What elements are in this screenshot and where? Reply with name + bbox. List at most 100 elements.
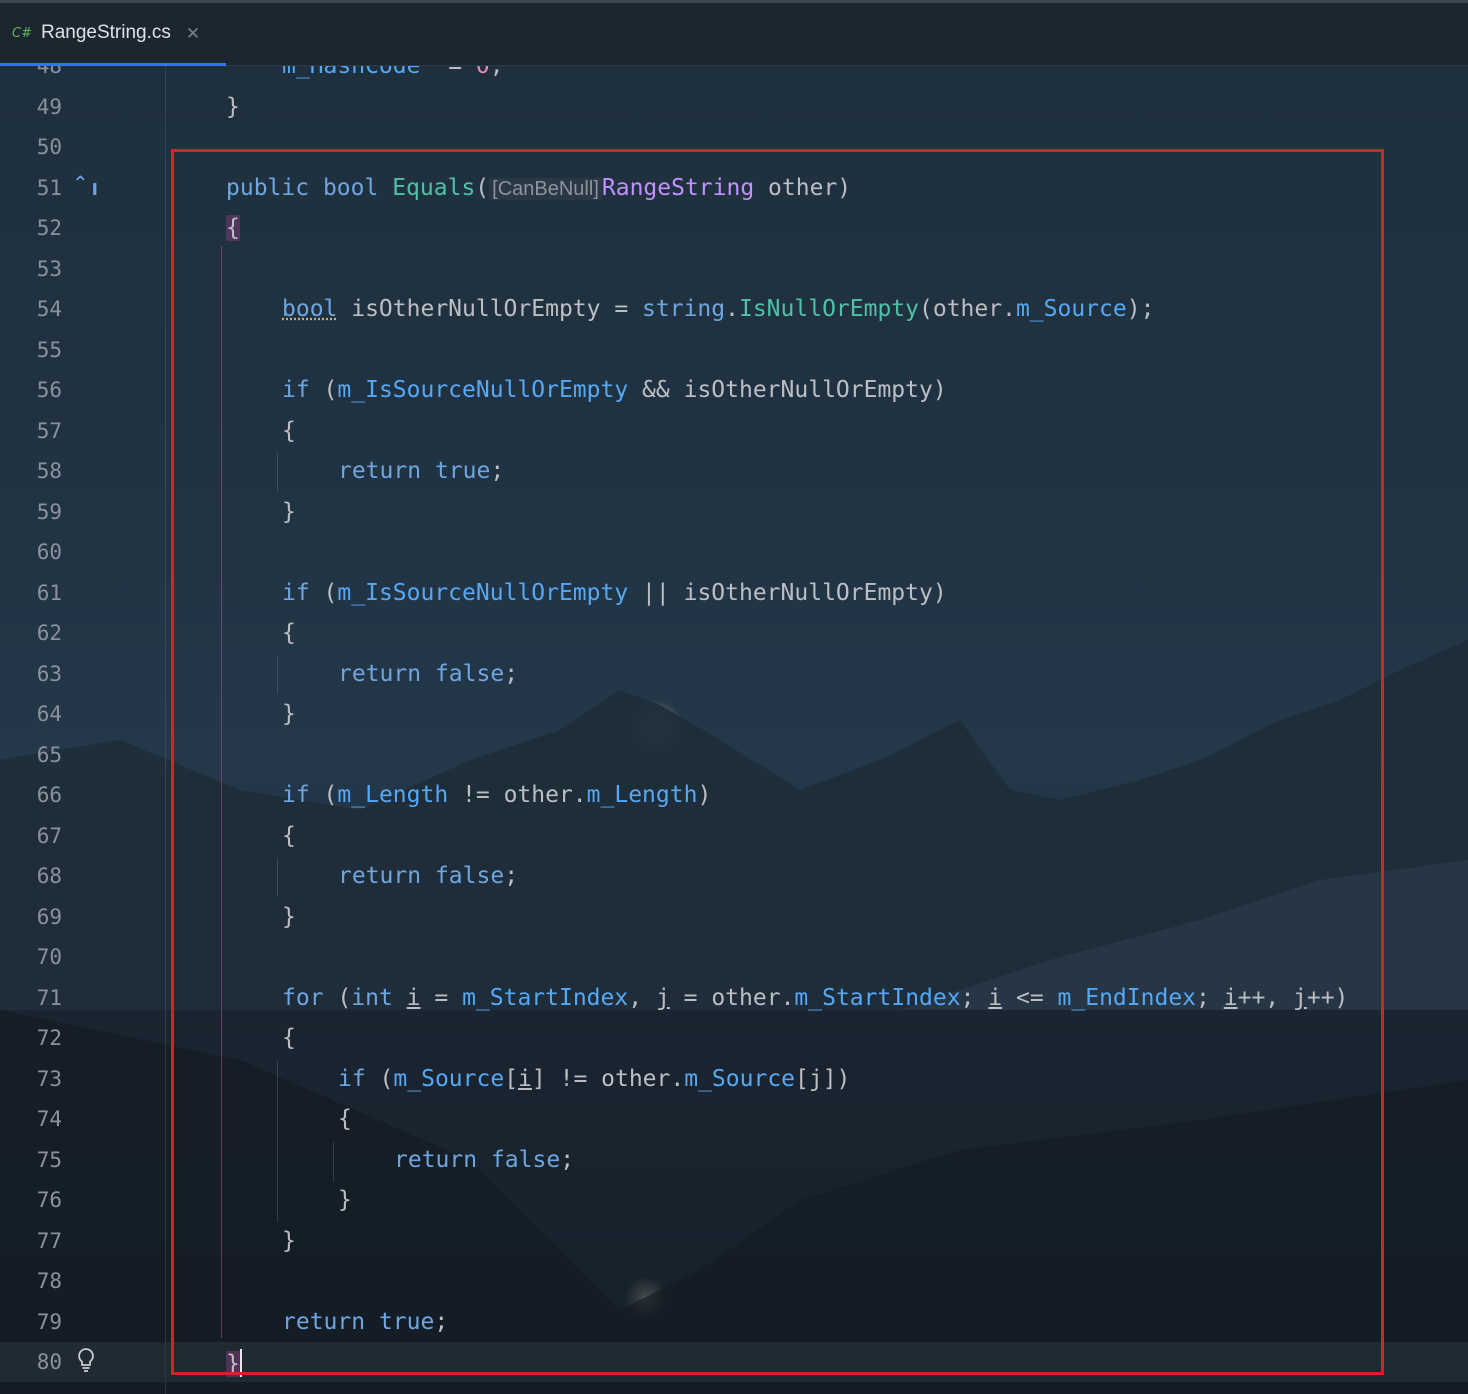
code-token: ] != other. (531, 1065, 685, 1092)
code-line[interactable]: 78 (0, 1261, 1468, 1301)
line-number: 74 (36, 1107, 62, 1131)
code-line[interactable]: 68 return false; (0, 856, 1468, 896)
lightbulb-icon[interactable] (74, 1346, 98, 1374)
code-token: for (282, 984, 324, 1011)
code-line[interactable]: 62 { (0, 613, 1468, 653)
code-text: public bool Equals([CanBeNull] RangeStrin… (226, 175, 851, 201)
line-number: 80 (36, 1350, 62, 1374)
code-line[interactable]: 77} (0, 1221, 1468, 1261)
code-token: { (282, 620, 296, 646)
code-line[interactable]: 71 for (int i = m_StartIndex, j = other.m… (0, 978, 1468, 1018)
code-line[interactable]: 61 if (m_IsSourceNullOrEmpty || isOtherNu… (0, 573, 1468, 613)
code-line[interactable]: 76} (0, 1180, 1468, 1220)
line-number: 72 (36, 1026, 62, 1050)
line-number: 71 (36, 985, 62, 1010)
code-token: bool (282, 296, 338, 322)
line-number: 64 (36, 702, 62, 726)
code-token: true (378, 1308, 435, 1335)
code-token: = other. (669, 984, 795, 1011)
code-token: } (282, 498, 296, 525)
code-text: { (282, 620, 296, 646)
code-line[interactable]: 80} (0, 1342, 1468, 1382)
line-number: 51 (36, 175, 62, 200)
code-token: i (1223, 984, 1238, 1011)
line-number: 75 (36, 1147, 62, 1172)
code-text: return true; (338, 458, 504, 484)
code-token: ); (1126, 296, 1155, 322)
tab-filename: RangeString.cs (40, 22, 171, 43)
code-line[interactable]: 60 (0, 532, 1468, 572)
code-text: if (m_IsSourceNullOrEmpty || isOtherNull… (282, 580, 947, 606)
code-line[interactable]: 53 (0, 249, 1468, 289)
overrides-up-icon[interactable]: ⌃╻ (72, 171, 101, 195)
code-token: { (282, 822, 296, 849)
code-text: } (282, 904, 296, 930)
code-line[interactable]: 66 if (m_Length != other.m_Length) (0, 775, 1468, 815)
code-text: } (226, 1349, 242, 1377)
code-line[interactable]: 75 return false; (0, 1140, 1468, 1180)
code-token: } (226, 1351, 240, 1377)
code-token: } (282, 701, 296, 727)
code-token: <= (1002, 984, 1058, 1011)
code-line[interactable]: 79 return true; (0, 1302, 1468, 1342)
code-text: return true; (282, 1309, 448, 1335)
code-token: [ (504, 1065, 519, 1092)
code-line[interactable]: 67 { (0, 816, 1468, 856)
code-text: } (282, 499, 296, 525)
close-tab-icon[interactable]: ✕ (186, 25, 200, 42)
code-token: } (282, 903, 296, 930)
code-token: || isOtherNullOrEmpty) (628, 579, 947, 606)
code-line[interactable]: 73 if (m_Source[i] != other.m_Source[j]) (0, 1059, 1468, 1099)
code-line[interactable]: 64} (0, 694, 1468, 734)
code-token: ++) (1306, 984, 1349, 1011)
code-token: false (490, 1146, 561, 1173)
code-token: if (282, 579, 310, 606)
code-token: ; (560, 1146, 575, 1173)
code-line[interactable]: 70 (0, 937, 1468, 977)
code-line[interactable]: 65 (0, 735, 1468, 775)
code-token: ; (504, 863, 519, 889)
line-number: 48 (36, 66, 62, 78)
code-editor[interactable]: 48 m_HashCode = 0; 49} 50 51 ⌃╻ public bool Eq… (0, 66, 1468, 1394)
code-line[interactable]: 49} (0, 87, 1468, 127)
code-token: m_Source (393, 1065, 505, 1092)
code-token: (other. (919, 296, 1016, 322)
code-line[interactable]: 63 return false; (0, 654, 1468, 694)
code-token: if (338, 1065, 366, 1092)
code-line[interactable]: 56 if (m_IsSourceNullOrEmpty && isOtherNu… (0, 370, 1468, 410)
code-line[interactable]: 59} (0, 492, 1468, 532)
code-token: ( (475, 174, 490, 201)
code-text: { (338, 1106, 352, 1132)
code-line[interactable]: 52 { (0, 208, 1468, 248)
code-line[interactable]: 72 { (0, 1018, 1468, 1058)
code-token: && isOtherNullOrEmpty) (628, 377, 947, 403)
line-number: 54 (36, 297, 62, 321)
tab-rangestring-cs[interactable]: C# RangeString.cs ✕ (0, 3, 226, 66)
code-token: i (518, 1065, 532, 1092)
code-token: = (448, 66, 476, 79)
line-number: 50 (36, 135, 62, 159)
code-line[interactable]: 58 return true; (0, 451, 1468, 491)
code-token: false (434, 660, 505, 687)
line-number: 79 (36, 1309, 62, 1334)
code-line[interactable]: 57 { (0, 411, 1468, 451)
code-line[interactable]: 55 (0, 330, 1468, 370)
code-line[interactable]: 74 { (0, 1099, 1468, 1139)
code-token: i (988, 984, 1003, 1011)
code-token: m_IsSourceNullOrEmpty (337, 579, 629, 606)
code-token: j (1292, 984, 1307, 1011)
code-token: { (338, 1106, 352, 1132)
code-line[interactable]: 69} (0, 897, 1468, 937)
code-line[interactable]: 50 (0, 127, 1468, 167)
line-number: 73 (36, 1066, 62, 1091)
code-text: } (338, 1187, 352, 1213)
code-text: return false; (338, 863, 518, 889)
code-token: string (642, 296, 726, 322)
code-token: other) (754, 174, 852, 201)
code-token: return (338, 863, 422, 889)
code-line[interactable]: 51 ⌃╻ public bool Equals([CanBeNull] RangeS… (0, 168, 1468, 208)
code-line[interactable]: 48 m_HashCode = 0; (0, 66, 1468, 86)
code-line[interactable]: 54 bool isOtherNullOrEmpty = string.IsNul… (0, 289, 1468, 329)
